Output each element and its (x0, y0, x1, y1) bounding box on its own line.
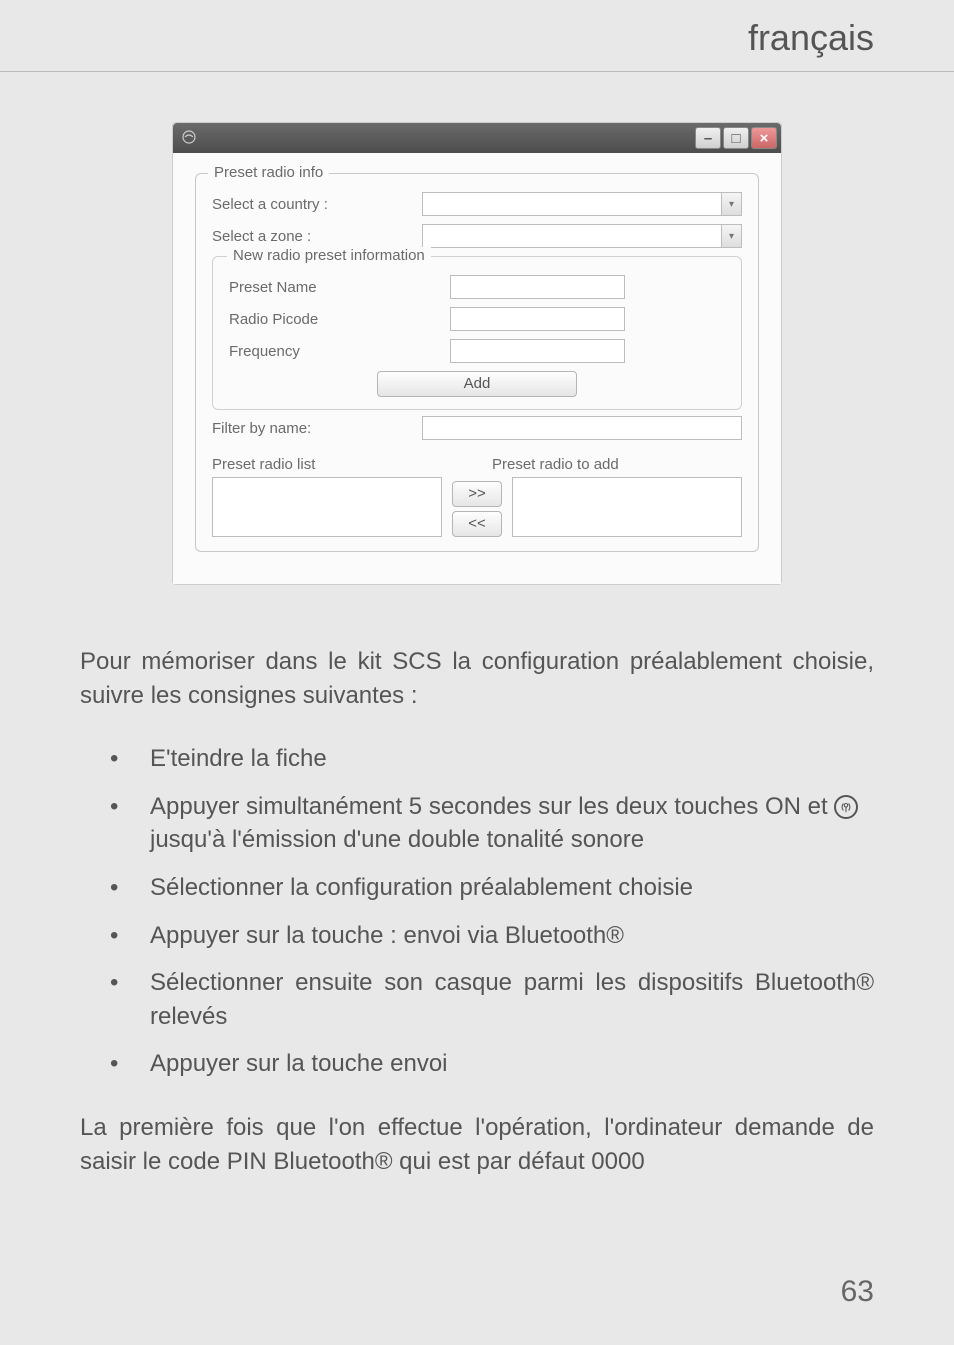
page-number: 63 (841, 1275, 874, 1309)
select-country-row: Select a country : ▾ (212, 192, 742, 216)
filter-by-name-input[interactable] (422, 416, 742, 440)
bullet-text: Sélectionner ensuite son casque parmi le… (150, 969, 874, 1030)
move-right-button[interactable]: >> (452, 481, 502, 507)
preset-radio-list[interactable] (212, 477, 442, 537)
select-zone-label: Select a zone : (212, 228, 422, 245)
maximize-button[interactable]: □ (723, 127, 749, 149)
list-item: Appuyer sur la touche : envoi via Blueto… (110, 919, 874, 953)
bullet-text: Appuyer sur la touche : envoi via Blueto… (150, 922, 624, 949)
bullet-text: Appuyer simultanément 5 secondes sur les… (150, 793, 828, 820)
intro-paragraph: Pour mémoriser dans le kit SCS la config… (80, 645, 874, 712)
radio-picode-input[interactable] (450, 307, 625, 331)
bullet-text: Sélectionner la configuration préalablem… (150, 874, 693, 901)
group-legend: Preset radio info (208, 164, 329, 181)
list-item: Sélectionner ensuite son casque parmi le… (110, 966, 874, 1033)
bullet-text: Appuyer sur la touche envoi (150, 1050, 448, 1077)
antenna-icon (834, 795, 858, 819)
pin-note-paragraph: La première fois que l'on effectue l'opé… (80, 1111, 874, 1178)
filter-row: Filter by name: (212, 416, 742, 440)
dialog-window: – □ × Preset radio info Select a country… (172, 122, 782, 585)
new-radio-preset-group: New radio preset information Preset Name… (212, 256, 742, 410)
preset-name-input[interactable] (450, 275, 625, 299)
select-zone-combo[interactable]: ▾ (422, 224, 742, 248)
app-icon (181, 129, 199, 147)
list-item: Sélectionner la configuration préalablem… (110, 871, 874, 905)
close-button[interactable]: × (751, 127, 777, 149)
preset-name-label: Preset Name (229, 279, 439, 296)
preset-radio-list-label: Preset radio list (212, 456, 422, 473)
frequency-label: Frequency (229, 343, 439, 360)
chevron-down-icon: ▾ (721, 193, 741, 215)
list-item: E'teindre la fiche (110, 742, 874, 776)
select-zone-row: Select a zone : ▾ (212, 224, 742, 248)
document-body: Pour mémoriser dans le kit SCS la config… (0, 585, 954, 1178)
move-left-button[interactable]: << (452, 511, 502, 537)
language-label: français (748, 17, 874, 59)
minimize-button[interactable]: – (695, 127, 721, 149)
page-header: français (0, 0, 954, 72)
filter-by-name-label: Filter by name: (212, 420, 422, 437)
frequency-input[interactable] (450, 339, 625, 363)
chevron-down-icon: ▾ (721, 225, 741, 247)
select-country-combo[interactable]: ▾ (422, 192, 742, 216)
bullet-text: jusqu'à l'émission d'une double tonalité… (150, 826, 644, 853)
titlebar: – □ × (173, 123, 781, 153)
add-button[interactable]: Add (377, 371, 577, 397)
preset-radio-to-add-list[interactable] (512, 477, 742, 537)
list-item: Appuyer simultanément 5 secondes sur les… (110, 790, 874, 857)
preset-radio-info-group: Preset radio info Select a country : ▾ S… (195, 173, 759, 552)
list-item: Appuyer sur la touche envoi (110, 1047, 874, 1081)
group-legend: New radio preset information (227, 247, 431, 264)
dialog-body: Preset radio info Select a country : ▾ S… (173, 153, 781, 584)
preset-radio-to-add-label: Preset radio to add (492, 456, 619, 473)
radio-picode-label: Radio Picode (229, 311, 439, 328)
bullet-text: E'teindre la fiche (150, 745, 327, 772)
select-country-label: Select a country : (212, 196, 422, 213)
